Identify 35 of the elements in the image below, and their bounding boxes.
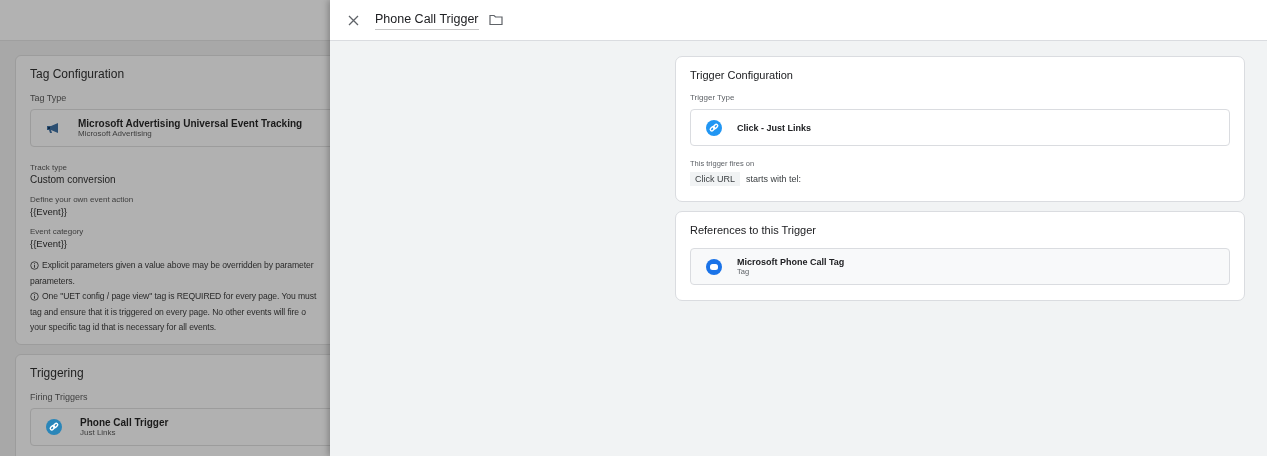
- card-title: Triggering: [30, 365, 85, 380]
- field-label: Firing Triggers: [30, 391, 89, 402]
- field-value: Custom conversion: [30, 174, 117, 185]
- megaphone-icon: [46, 122, 60, 134]
- card-title: Trigger Configuration: [690, 69, 794, 81]
- trigger-type-name: Click - Just Links: [737, 122, 812, 133]
- variable-chip: Click URL: [690, 172, 740, 186]
- link-icon: [706, 119, 722, 136]
- note-text: tag and ensure that it is triggered on every page. No other events will fire o: [30, 305, 306, 319]
- field-label: Track type: [30, 163, 69, 172]
- trigger-name: Phone Call Trigger: [80, 416, 169, 428]
- tag-type-name: Microsoft Advertising Universal Event Tracking: [78, 118, 303, 129]
- field-value: {{Event}}: [30, 238, 68, 249]
- info-icon: [30, 292, 39, 302]
- tag-type-vendor: Microsoft Advertising: [78, 129, 153, 138]
- tag-type-item[interactable]: Microsoft Advertising Universal Event Tracking Microsoft Advertising: [30, 109, 330, 147]
- note-text: Explicit parameters given a value above may be overridden by parameter: [42, 259, 314, 272]
- field-label: Event category: [30, 227, 85, 236]
- folder-icon[interactable]: [489, 14, 503, 26]
- info-icon: [30, 261, 39, 271]
- card-title: References to this Trigger: [690, 224, 817, 236]
- field-label: Define your own event action: [30, 195, 135, 204]
- note-text: One "UET config / page view" tag is REQUIRED for every page. You must: [42, 290, 317, 303]
- field-value: {{Event}}: [30, 206, 68, 217]
- field-label: Trigger Type: [690, 93, 736, 102]
- card-title: Tag Configuration: [30, 67, 126, 81]
- condition-text: starts with tel:: [746, 174, 802, 184]
- reference-name: Microsoft Phone Call Tag: [737, 257, 845, 267]
- note-text: your specific tag id that is necessary for all events.: [30, 321, 217, 334]
- trigger-type: Just Links: [80, 427, 117, 437]
- note-text: parameters.: [30, 274, 75, 288]
- tag-icon: [706, 258, 722, 275]
- field-label: Tag Type: [30, 93, 68, 103]
- link-icon: [46, 418, 62, 435]
- trigger-type-item[interactable]: Click - Just Links: [690, 109, 1230, 146]
